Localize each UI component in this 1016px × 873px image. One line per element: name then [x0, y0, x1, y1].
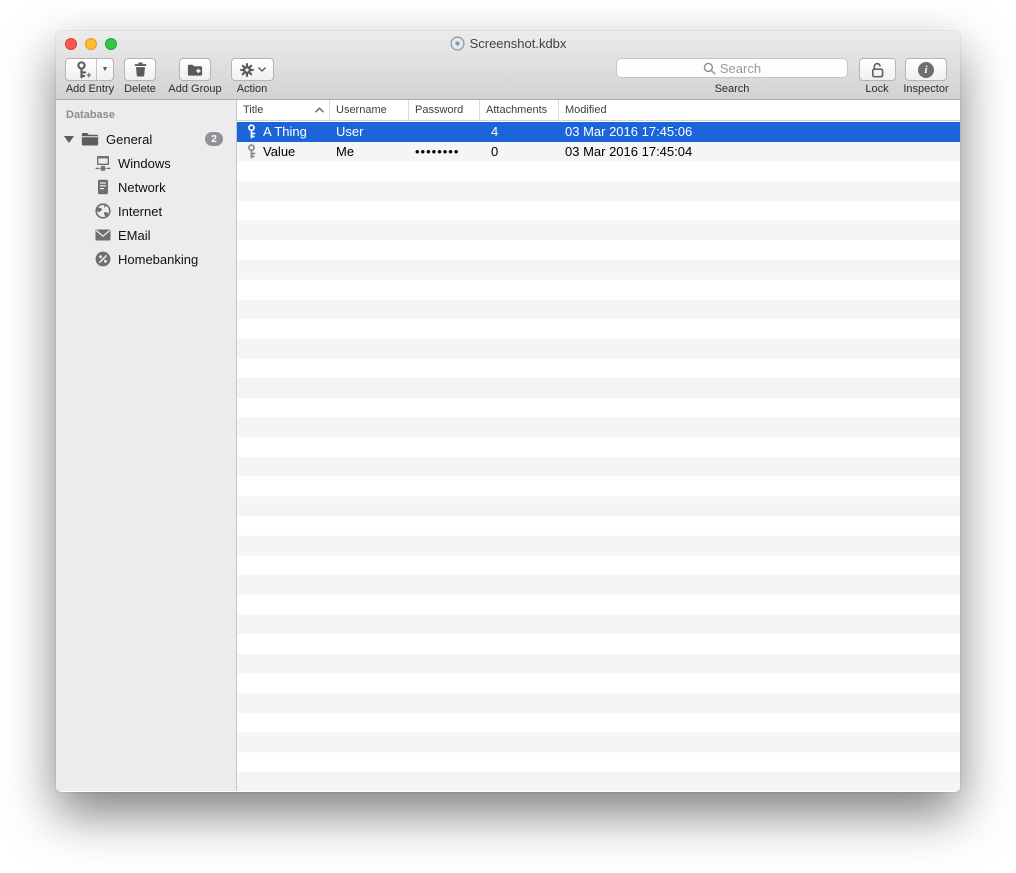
sidebar-item-label: Network [118, 179, 166, 195]
cell-modified: 03 Mar 2016 17:45:04 [565, 144, 693, 160]
sidebar-item-label: Internet [118, 203, 163, 219]
trash-icon [134, 62, 147, 77]
entry-table: Title Username Password Attachments Modi… [237, 100, 960, 791]
percent-coin-icon [95, 251, 111, 267]
table-body: A Thing User 4 03 Mar 2016 17:45:06 Valu… [237, 122, 960, 791]
folder-icon [81, 132, 99, 146]
search-label: Search [714, 83, 750, 95]
disclosure-triangle-icon[interactable] [64, 135, 74, 143]
cell-password: •••••••• [415, 144, 460, 160]
sidebar-section-header: Database [66, 109, 115, 121]
info-icon: i [918, 61, 934, 78]
sidebar-item-internet[interactable]: Internet [56, 199, 236, 223]
cell-modified: 03 Mar 2016 17:45:06 [565, 124, 693, 140]
table-row[interactable]: Value Me •••••••• 0 03 Mar 2016 17:45:04 [237, 142, 960, 162]
add-entry-dropdown[interactable]: ▼ [96, 59, 113, 80]
lock-button[interactable] [859, 58, 896, 81]
windows-network-icon [95, 155, 111, 171]
action-button[interactable] [231, 58, 274, 81]
add-entry-button[interactable]: + ▼ [65, 58, 114, 81]
column-header-modified[interactable]: Modified [559, 100, 960, 120]
cell-title: A Thing [263, 124, 307, 140]
magnifier-icon [703, 62, 716, 75]
column-header-username[interactable]: Username [330, 100, 409, 120]
sidebar-item-label: Windows [118, 155, 171, 171]
sidebar-item-network[interactable]: Network [56, 175, 236, 199]
table-row[interactable]: A Thing User 4 03 Mar 2016 17:45:06 [237, 122, 960, 142]
folder-plus-icon [187, 64, 203, 76]
column-header-title[interactable]: Title [237, 100, 330, 120]
delete-button[interactable] [124, 58, 156, 81]
cell-title: Value [263, 144, 296, 160]
key-icon [237, 144, 263, 159]
column-header-attachments[interactable]: Attachments [480, 100, 559, 120]
envelope-icon [95, 227, 111, 243]
sidebar-item-label: EMail [118, 227, 151, 243]
window-chrome: Screenshot.kdbx + ▼ Add Entry Delete Add… [56, 31, 960, 100]
cell-attachments: 0 [491, 144, 499, 160]
globe-icon [95, 203, 111, 219]
sidebar-item-email[interactable]: EMail [56, 223, 236, 247]
entry-count-badge: 2 [205, 132, 223, 146]
key-plus-icon[interactable]: + [66, 59, 96, 80]
search-placeholder: Search [719, 60, 762, 76]
sidebar-item-label: General [106, 131, 153, 147]
document-proxy-icon[interactable] [450, 36, 465, 51]
key-icon [237, 124, 263, 139]
sidebar: Database General 2 Windows Network Inter… [56, 100, 237, 791]
chevron-down-icon [258, 67, 266, 72]
table-header: Title Username Password Attachments Modi… [237, 100, 960, 121]
cell-attachments: 4 [491, 124, 499, 140]
column-header-password[interactable]: Password [409, 100, 480, 120]
action-label: Action [236, 83, 268, 95]
sidebar-item-windows[interactable]: Windows [56, 151, 236, 175]
gear-icon [240, 63, 254, 77]
chevron-up-icon [315, 107, 324, 113]
inspector-label: Inspector [903, 83, 949, 95]
window-title-bar: Screenshot.kdbx [56, 36, 960, 51]
cell-username: Me [336, 144, 355, 160]
window-title: Screenshot.kdbx [469, 36, 567, 51]
sidebar-item-homebanking[interactable]: Homebanking [56, 247, 236, 271]
add-group-button[interactable] [179, 58, 211, 81]
app-window: Screenshot.kdbx + ▼ Add Entry Delete Add… [56, 31, 960, 792]
open-padlock-icon [870, 62, 885, 78]
sidebar-item-label: Homebanking [118, 251, 199, 267]
inspector-button[interactable]: i [905, 58, 947, 81]
cell-username: User [336, 124, 364, 140]
server-icon [95, 179, 111, 195]
search-input[interactable]: Search [616, 58, 848, 78]
sidebar-item-general[interactable]: General 2 [56, 127, 236, 151]
